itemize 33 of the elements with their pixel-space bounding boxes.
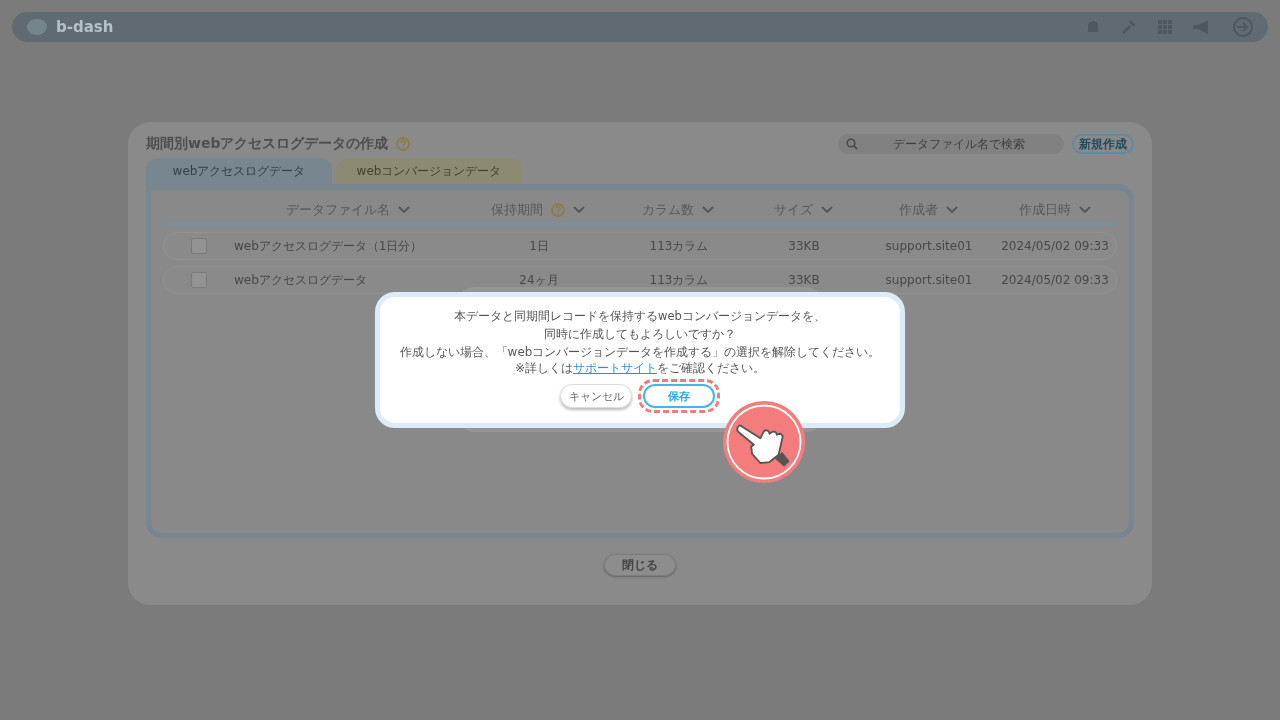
- tab[interactable]: webコンバージョンデータ: [336, 158, 522, 184]
- table-cell: 33KB: [788, 273, 820, 287]
- chevron-down-icon[interactable]: [945, 206, 958, 214]
- chevron-down-icon[interactable]: [820, 206, 833, 214]
- modal-title: 期間別webアクセスログデータの作成: [146, 135, 389, 153]
- table-cell: 1日: [529, 237, 549, 255]
- checkbox[interactable]: [191, 238, 207, 254]
- cancel-button[interactable]: キャンセル: [560, 384, 632, 408]
- support-site-link[interactable]: サポートサイト: [573, 361, 658, 375]
- table-cell: support.site01: [885, 273, 973, 287]
- close-button[interactable]: 閉じる: [604, 554, 676, 576]
- table-cell: 113カラム: [649, 271, 709, 289]
- help-icon[interactable]: [396, 137, 411, 151]
- table-cell: support.site01: [885, 239, 973, 253]
- table-cell: 113カラム: [649, 237, 709, 255]
- dialog-instruction: 作成しない場合、「webコンバージョンデータを作成する」の選択を解除してください。: [399, 344, 881, 360]
- table-cell: 2024/05/02 09:33: [1001, 273, 1109, 287]
- help-icon[interactable]: [551, 203, 565, 217]
- logo-text: b-dash: [56, 18, 114, 36]
- chevron-down-icon[interactable]: [573, 206, 585, 214]
- dialog-message: 同時に作成してもよろしいですか？: [544, 326, 736, 343]
- save-button[interactable]: 保存: [643, 384, 715, 408]
- dialog-message: 本データと同期間レコードを保持するwebコンバージョンデータを、: [454, 308, 826, 325]
- chevron-down-icon[interactable]: [398, 206, 410, 214]
- search-icon: [846, 138, 858, 150]
- checkbox[interactable]: [191, 272, 207, 288]
- new-create-button[interactable]: 新規作成: [1072, 134, 1134, 154]
- chevron-down-icon[interactable]: [1079, 206, 1091, 214]
- chevron-down-icon[interactable]: [702, 206, 714, 214]
- table-cell: 2024/05/02 09:33: [1001, 239, 1109, 253]
- dialog-note: ※詳しくはサポートサイト をご確認ください。: [514, 360, 766, 376]
- table-cell: 24ヶ月: [519, 271, 559, 289]
- table-cell: 33KB: [788, 239, 820, 253]
